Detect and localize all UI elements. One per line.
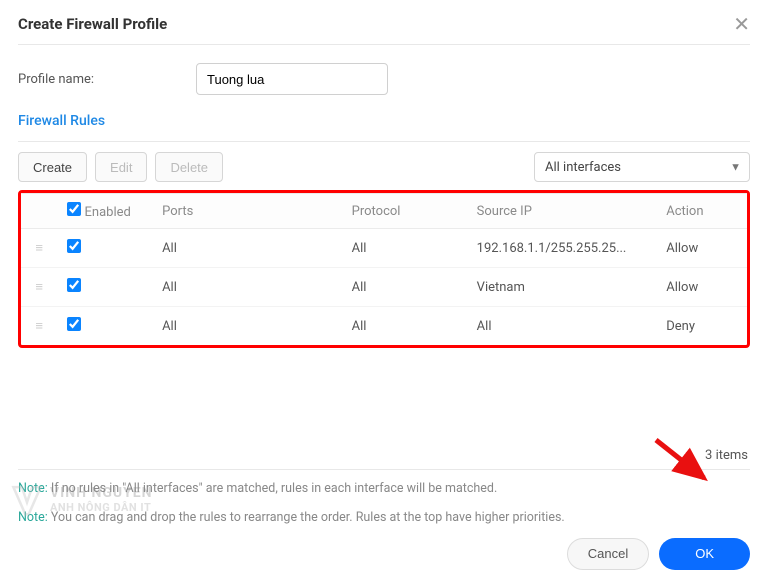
divider — [18, 141, 750, 142]
row-enabled-checkbox[interactable] — [67, 278, 81, 292]
enabled-header[interactable]: Enabled — [57, 194, 152, 229]
ports-header[interactable]: Ports — [152, 194, 342, 229]
table-header-row: Enabled Ports Protocol Source IP Action — [21, 194, 747, 229]
row-source: All — [467, 307, 657, 346]
profile-name-row: Profile name: — [18, 63, 750, 95]
cancel-button[interactable]: Cancel — [567, 538, 649, 570]
drag-handle-icon[interactable]: ≡ — [35, 280, 43, 295]
ok-button[interactable]: OK — [659, 538, 750, 570]
row-protocol: All — [342, 268, 467, 307]
row-enabled-checkbox[interactable] — [67, 239, 81, 253]
note-1: Note: If no rules in "All interfaces" ar… — [18, 480, 750, 499]
table-row[interactable]: ≡AllAllVietnamAllow — [21, 268, 747, 307]
source-header[interactable]: Source IP — [467, 194, 657, 229]
interface-select[interactable]: All interfaces ▼ — [534, 152, 750, 182]
table-row[interactable]: ≡AllAll192.168.1.1/255.255.25...Allow — [21, 229, 747, 268]
protocol-header[interactable]: Protocol — [342, 194, 467, 229]
profile-name-label: Profile name: — [18, 72, 196, 87]
row-ports: All — [152, 307, 342, 346]
toolbar: Create Edit Delete All interfaces ▼ — [18, 152, 750, 182]
edit-button: Edit — [95, 152, 147, 182]
note-text-2: You can drag and drop the rules to rearr… — [51, 510, 565, 525]
item-count: 3 items — [18, 448, 748, 463]
row-protocol: All — [342, 229, 467, 268]
chevron-down-icon: ▼ — [730, 161, 741, 174]
row-enabled-checkbox[interactable] — [67, 317, 81, 331]
row-action: Allow — [656, 268, 747, 307]
rules-table-highlight: Enabled Ports Protocol Source IP Action … — [18, 190, 750, 348]
drag-handle-icon[interactable]: ≡ — [35, 319, 43, 334]
note-label: Note: — [18, 481, 48, 496]
action-header[interactable]: Action — [656, 194, 747, 229]
note-2: Note: You can drag and drop the rules to… — [18, 509, 750, 528]
enabled-header-label: Enabled — [85, 205, 131, 220]
divider — [18, 469, 750, 470]
profile-name-input[interactable] — [196, 63, 388, 95]
interface-select-value: All interfaces — [545, 160, 621, 175]
divider — [18, 44, 750, 45]
note-label: Note: — [18, 510, 48, 525]
row-source: 192.168.1.1/255.255.25... — [467, 229, 657, 268]
note-text-1: If no rules in "All interfaces" are matc… — [51, 481, 497, 496]
row-action: Deny — [656, 307, 747, 346]
table-row[interactable]: ≡AllAllAllDeny — [21, 307, 747, 346]
row-source: Vietnam — [467, 268, 657, 307]
drag-handle-icon[interactable]: ≡ — [35, 241, 43, 256]
row-protocol: All — [342, 307, 467, 346]
dialog-footer: Cancel OK — [18, 538, 750, 570]
firewall-rules-heading: Firewall Rules — [18, 113, 750, 129]
row-action: Allow — [656, 229, 747, 268]
select-all-checkbox[interactable] — [67, 202, 81, 216]
rules-table: Enabled Ports Protocol Source IP Action … — [21, 193, 747, 345]
drag-header — [21, 194, 57, 229]
row-ports: All — [152, 268, 342, 307]
delete-button: Delete — [155, 152, 223, 182]
row-ports: All — [152, 229, 342, 268]
dialog-title: Create Firewall Profile — [18, 15, 167, 33]
create-button[interactable]: Create — [18, 152, 87, 182]
close-icon[interactable]: ✕ — [733, 14, 750, 34]
